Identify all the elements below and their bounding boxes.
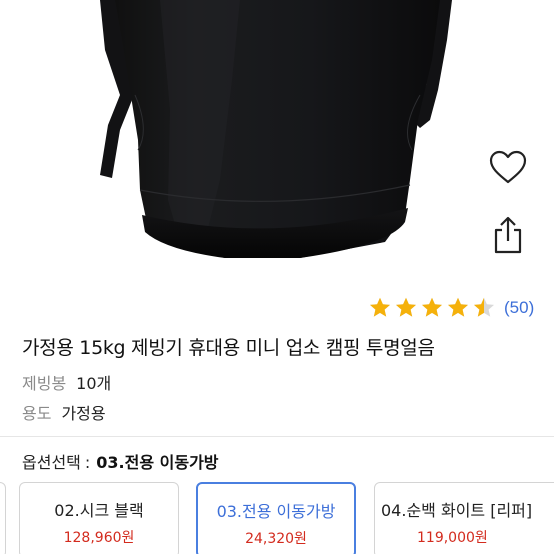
option-selection: 옵션선택:03.전용 이동가방 xyxy=(22,449,219,473)
spec-row: 제빙봉 10개 xyxy=(22,370,111,394)
option-card[interactable] xyxy=(0,482,6,554)
option-card-selected[interactable]: 03.전용 이동가방 24,320원 xyxy=(196,482,356,554)
spec-key: 용도 xyxy=(22,404,52,423)
heart-outline-icon[interactable] xyxy=(486,146,530,190)
side-actions xyxy=(486,146,530,258)
spec-value: 10개 xyxy=(76,374,112,393)
option-name: 03.전용 이동가방 xyxy=(216,502,336,521)
star-icon xyxy=(474,297,494,317)
option-name: 02.시크 블랙 xyxy=(54,501,144,520)
option-price: 128,960원 xyxy=(63,530,135,546)
star-icon xyxy=(370,297,390,317)
star-icon xyxy=(396,297,416,317)
share-icon[interactable] xyxy=(486,214,530,258)
product-title: 가정용 15kg 제빙기 휴대용 미니 업소 캠핑 투명얼음 xyxy=(22,337,435,359)
spec-value: 가정용 xyxy=(61,404,106,423)
option-separator: : xyxy=(84,453,91,472)
divider xyxy=(0,436,554,437)
review-count[interactable]: (50) xyxy=(504,298,534,318)
option-selected-value: 03.전용 이동가방 xyxy=(96,453,219,472)
black-bag-photo xyxy=(100,0,452,258)
spec-key: 제빙봉 xyxy=(22,374,67,393)
option-price: 24,320원 xyxy=(245,531,307,547)
star-icon xyxy=(448,297,468,317)
rating[interactable]: (50) xyxy=(368,296,534,320)
rating-stars xyxy=(368,296,496,320)
option-label: 옵션선택 xyxy=(22,453,81,472)
option-price: 119,000원 xyxy=(417,530,488,546)
star-icon xyxy=(422,297,442,317)
option-card[interactable]: 04.순백 화이트 [리퍼] 119,000원 xyxy=(374,482,554,554)
product-image xyxy=(0,0,554,290)
option-name: 04.순백 화이트 [리퍼] xyxy=(381,501,533,520)
option-list: 02.시크 블랙 128,960원 03.전용 이동가방 24,320원 04.… xyxy=(0,482,554,554)
spec-row: 용도 가정용 xyxy=(22,400,106,424)
option-card[interactable]: 02.시크 블랙 128,960원 xyxy=(19,482,179,554)
